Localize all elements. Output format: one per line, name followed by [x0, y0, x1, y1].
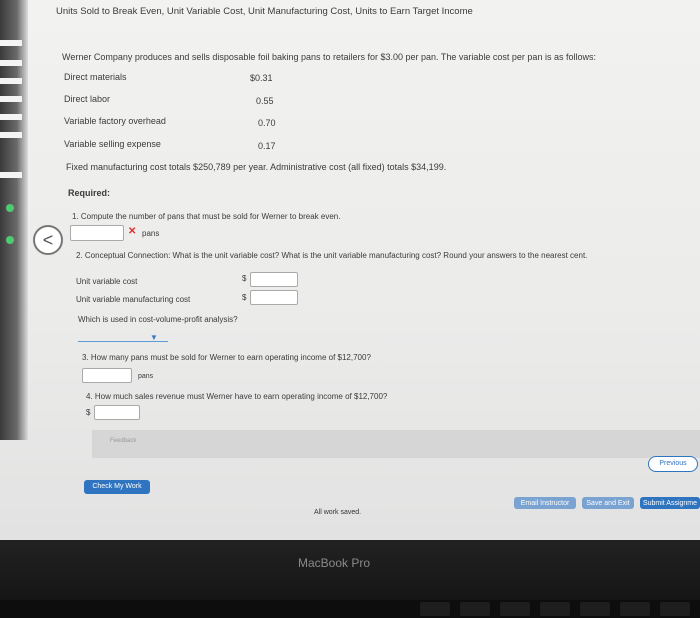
chevron-down-icon[interactable]: ▼	[150, 333, 158, 342]
sidebar-tab[interactable]	[0, 60, 22, 66]
email-instructor-button[interactable]: Email Instructor	[514, 497, 576, 509]
cost-label: Variable selling expense	[64, 139, 161, 149]
currency-symbol: $	[86, 408, 91, 417]
bezel-label: MacBook Pro	[298, 556, 371, 570]
cost-value: $0.31	[250, 73, 273, 83]
problem-title: Units Sold to Break Even, Unit Variable …	[56, 6, 473, 17]
sidebar-tab[interactable]	[0, 172, 22, 178]
sales-revenue-input[interactable]	[94, 405, 140, 420]
unit-variable-mfg-cost-input[interactable]	[250, 290, 298, 305]
status-dot-icon	[6, 204, 14, 212]
sidebar-tab[interactable]	[0, 78, 22, 84]
check-my-work-button[interactable]: Check My Work	[84, 480, 150, 494]
save-and-exit-label: Save and Exit	[586, 500, 630, 507]
back-button[interactable]: <	[33, 225, 63, 255]
cost-label: Direct materials	[64, 72, 127, 82]
submit-label: Submit Assignme	[642, 500, 698, 507]
keyboard-key	[540, 602, 570, 616]
unit-label: pans	[142, 229, 160, 238]
unit-label: pans	[138, 373, 154, 380]
left-sidebar-edge	[0, 0, 28, 440]
problem-intro: Werner Company produces and sells dispos…	[62, 52, 596, 62]
which-used-question: Which is used in cost-volume-profit anal…	[78, 315, 238, 324]
question-3: 3. How many pans must be sold for Werner…	[82, 353, 371, 362]
unit-variable-mfg-cost-label: Unit variable manufacturing cost	[76, 295, 191, 304]
cost-value: 0.70	[258, 118, 276, 128]
save-and-exit-button[interactable]: Save and Exit	[582, 497, 634, 509]
cost-value: 0.55	[256, 96, 274, 106]
cost-label: Variable factory overhead	[64, 116, 166, 126]
keyboard-row	[0, 600, 700, 618]
required-heading: Required:	[68, 188, 111, 198]
keyboard-key	[620, 602, 650, 616]
previous-button-label: Previous	[659, 460, 687, 467]
incorrect-icon: ✕	[128, 226, 137, 237]
keyboard-key	[420, 602, 450, 616]
sidebar-tab[interactable]	[0, 96, 22, 102]
previous-button[interactable]: Previous	[648, 456, 698, 472]
check-my-work-label: Check My Work	[92, 483, 142, 490]
question-2: 2. Conceptual Connection: What is the un…	[76, 251, 588, 260]
cost-value: 0.17	[258, 141, 276, 151]
unit-variable-cost-input[interactable]	[250, 272, 298, 287]
sidebar-tab[interactable]	[0, 132, 22, 138]
cost-label: Direct labor	[64, 94, 111, 104]
unit-variable-cost-label: Unit variable cost	[76, 277, 138, 286]
sidebar-tab[interactable]	[0, 114, 22, 120]
screen: < Units Sold to Break Even, Unit Variabl…	[0, 0, 700, 540]
sidebar-tab[interactable]	[0, 40, 22, 46]
keyboard-key	[460, 602, 490, 616]
feedback-panel[interactable]: Feedback	[92, 430, 700, 458]
fixed-cost-text: Fixed manufacturing cost totals $250,789…	[66, 162, 447, 172]
email-instructor-label: Email Instructor	[520, 500, 570, 507]
keyboard-key	[500, 602, 530, 616]
target-income-pans-input[interactable]	[82, 368, 132, 383]
keyboard-key	[580, 602, 610, 616]
submit-assignment-button[interactable]: Submit Assignme	[640, 497, 700, 509]
question-1: 1. Compute the number of pans that must …	[72, 212, 341, 221]
question-4: 4. How much sales revenue must Werner ha…	[86, 392, 388, 401]
chevron-left-icon: <	[42, 229, 54, 250]
status-dot-icon	[6, 236, 14, 244]
keyboard-key	[660, 602, 690, 616]
currency-symbol: $	[242, 293, 247, 302]
break-even-pans-input[interactable]	[70, 225, 124, 241]
feedback-label: Feedback	[110, 438, 137, 444]
save-status: All work saved.	[314, 509, 362, 516]
currency-symbol: $	[242, 274, 247, 283]
